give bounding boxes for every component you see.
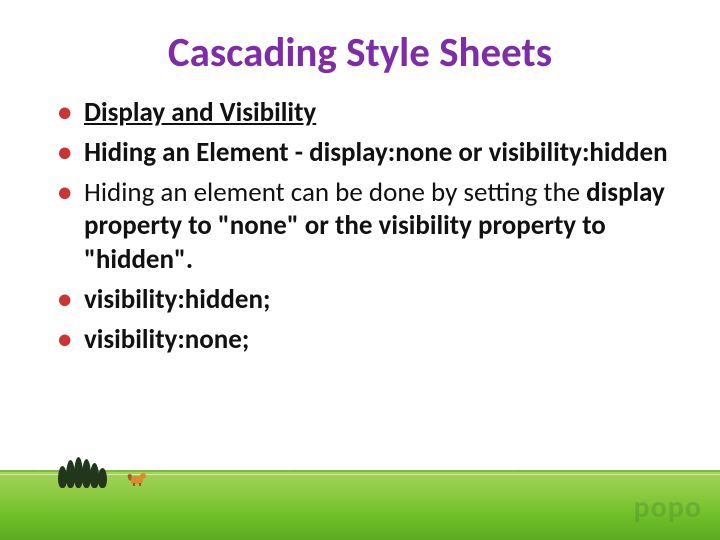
- tree-icon: [98, 468, 107, 488]
- title-cap-3: S: [439, 28, 458, 78]
- bullet-1-text: Display and Visibility: [84, 96, 316, 129]
- list-item: Hiding an Element - display:none or visi…: [58, 136, 678, 170]
- bullet-5-text: visibility:none;: [84, 323, 249, 356]
- title-cap-1: C: [168, 28, 190, 78]
- slide-body: Display and Visibility Hiding an Element…: [58, 96, 678, 362]
- bullet-list: Display and Visibility Hiding an Element…: [58, 96, 678, 356]
- list-item: Display and Visibility: [58, 96, 678, 130]
- title-rest-3: heets: [459, 28, 553, 78]
- bullet-3-lead: Hiding an element can be done by setting…: [84, 176, 586, 209]
- bullet-2-text: Hiding an Element - display:none or visi…: [84, 136, 668, 169]
- animal-decoration: [128, 470, 146, 486]
- slide: Cascading Style Sheets Display and Visib…: [0, 0, 720, 540]
- slide-title: Cascading Style Sheets: [0, 28, 720, 78]
- grass-ground-decoration: [0, 470, 720, 540]
- list-item: Hiding an element can be done by setting…: [58, 176, 678, 277]
- trees-decoration: [58, 457, 106, 488]
- title-cap-2: S: [346, 28, 365, 78]
- list-item: visibility:none;: [58, 323, 678, 357]
- list-item: visibility:hidden;: [58, 283, 678, 317]
- bullet-4-text: visibility:hidden;: [84, 283, 270, 316]
- watermark-text: popo: [634, 489, 702, 526]
- title-rest-1: ascading: [190, 28, 347, 78]
- title-rest-2: tyle: [366, 28, 440, 78]
